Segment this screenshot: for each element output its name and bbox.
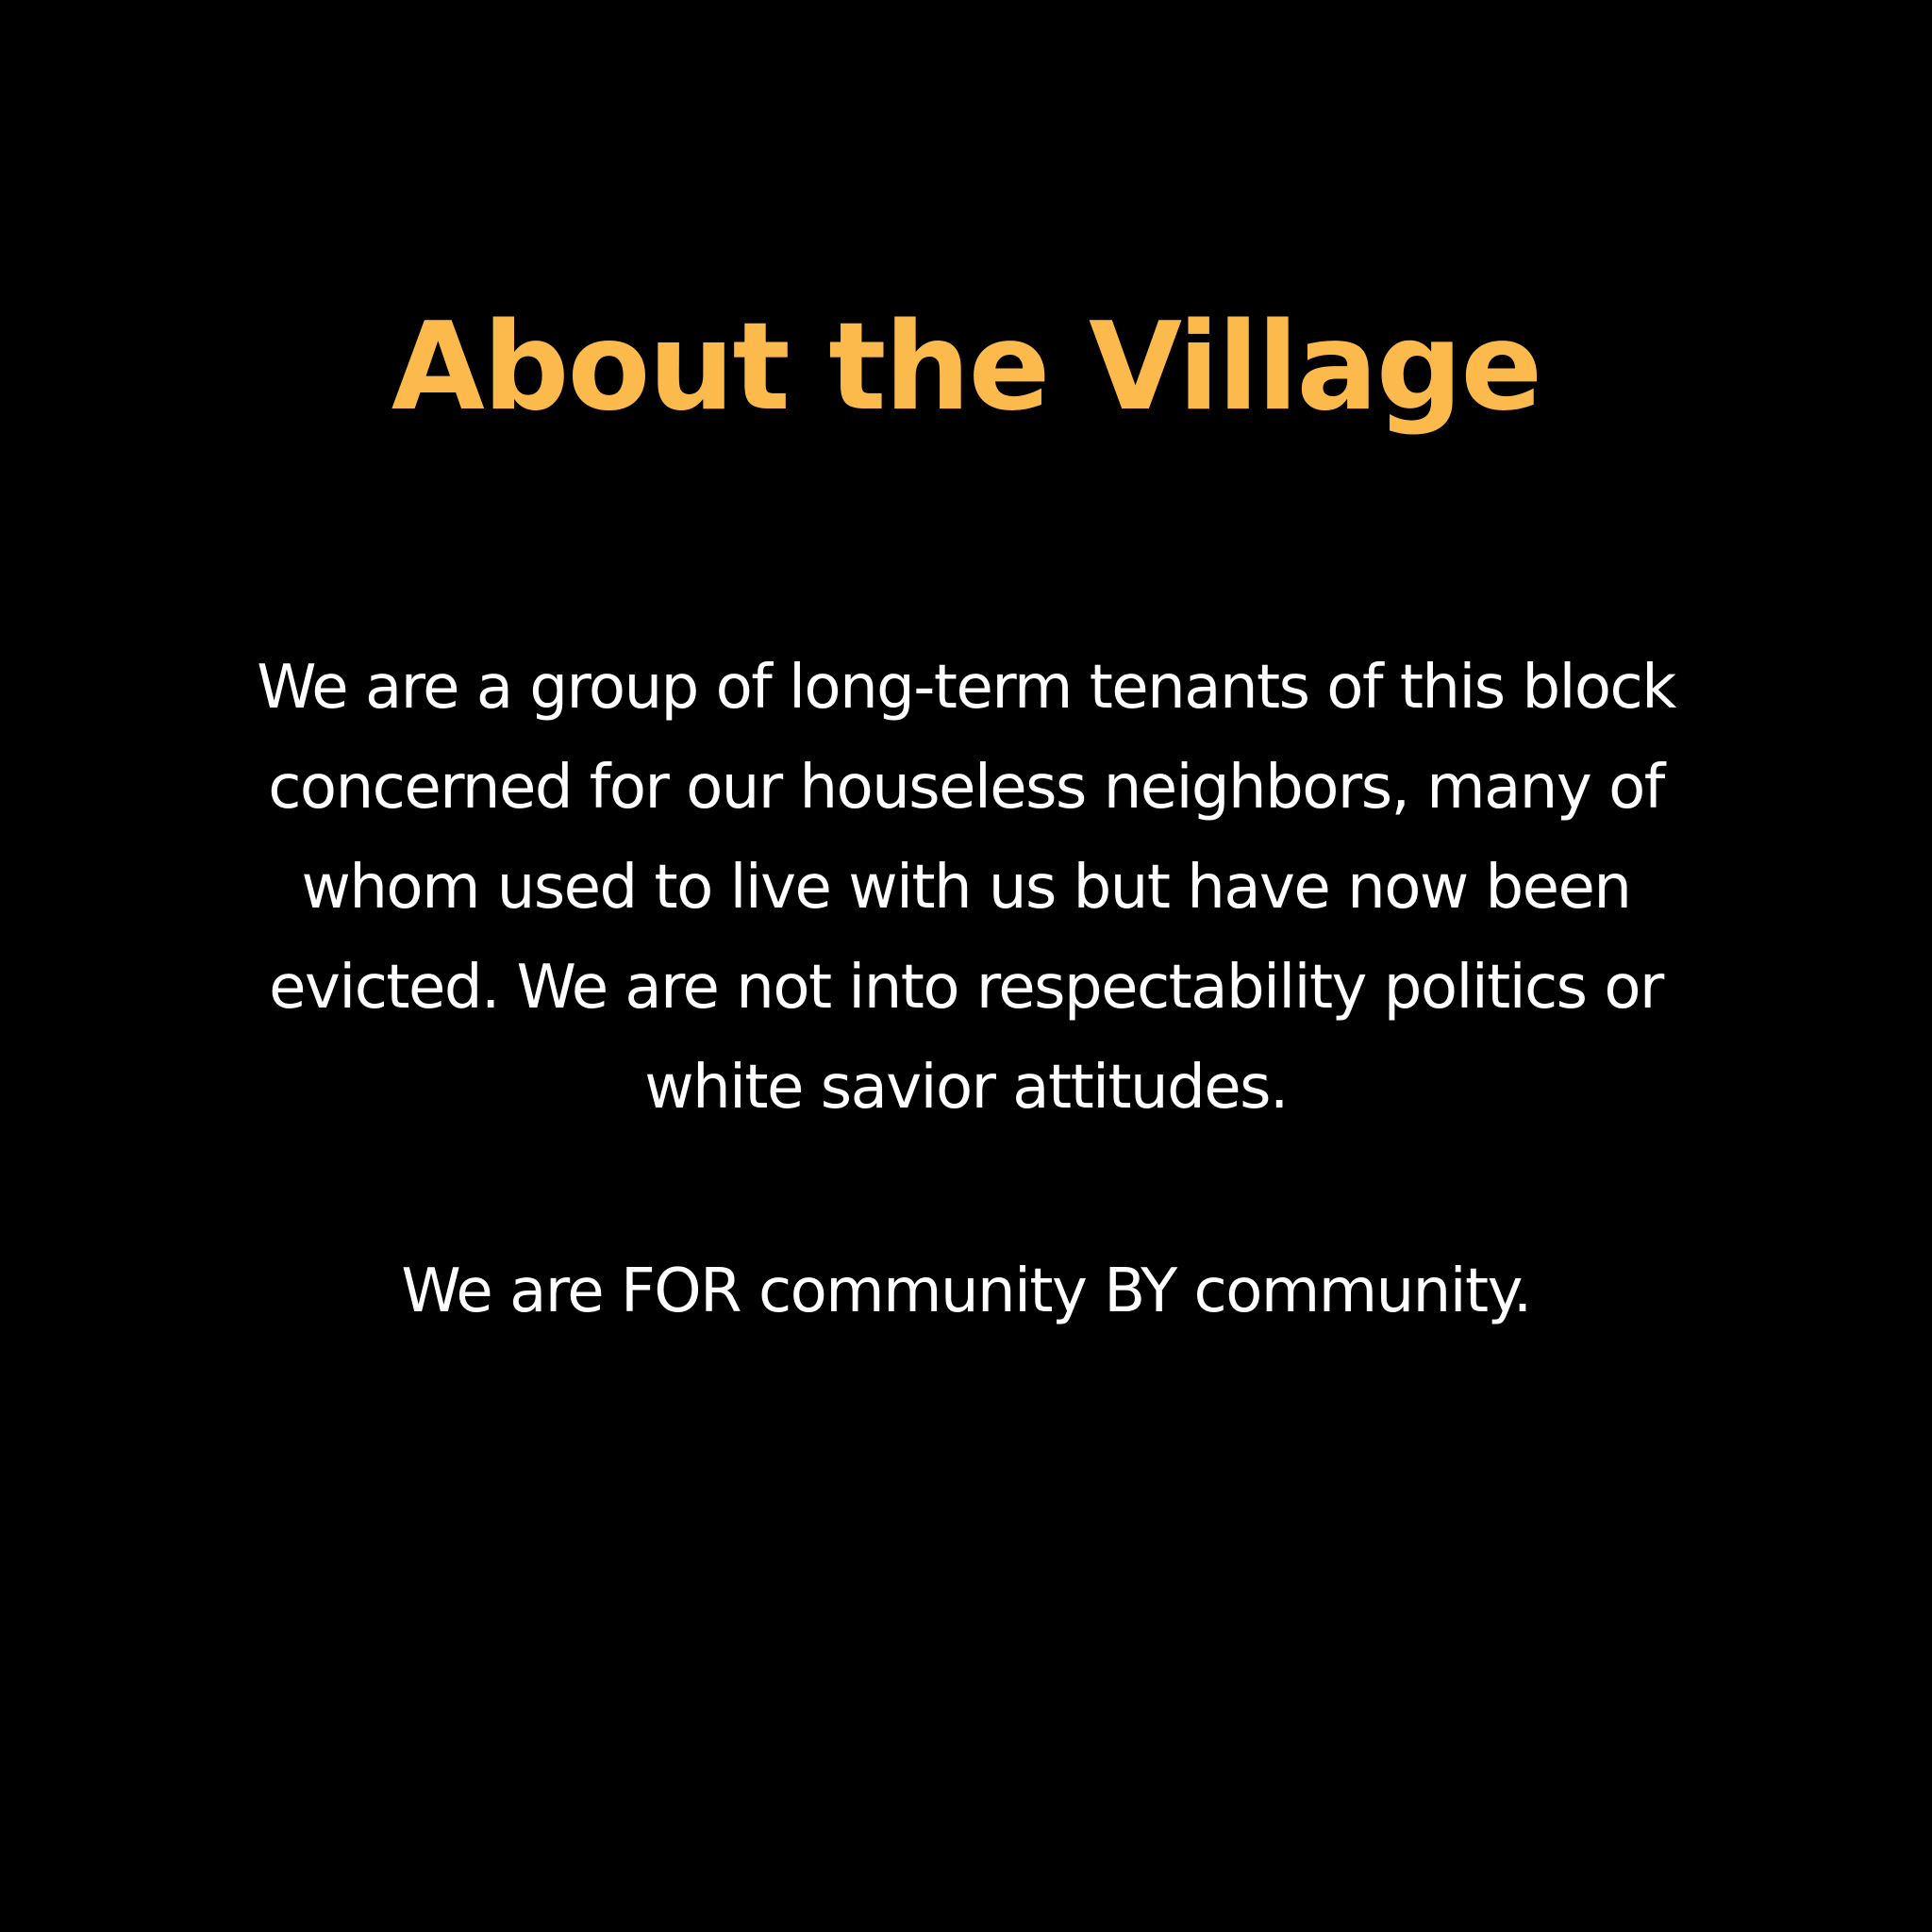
description-line: concerned for our houseless neighbors, m… (268, 753, 1665, 823)
description-line: whom used to live with us but have now b… (301, 853, 1632, 923)
about-page: About the Village We are a group of long… (0, 0, 1932, 1932)
about-description: We are a group of long-term tenants of t… (189, 638, 1743, 1138)
description-line: evicted. We are not into respectability … (269, 953, 1664, 1023)
page-title: About the Village (391, 297, 1542, 438)
description-line: We are a group of long-term tenants of t… (257, 653, 1676, 723)
description-line: white savior attitudes. (644, 1053, 1289, 1123)
tagline: We are FOR community BY community. (401, 1257, 1532, 1326)
